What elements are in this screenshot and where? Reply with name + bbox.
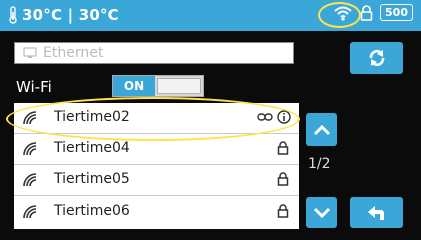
back-arrow-icon — [367, 205, 384, 220]
lock-icon — [277, 141, 289, 155]
refresh-button[interactable] — [350, 42, 403, 74]
refresh-icon — [369, 49, 384, 67]
scroll-up-button[interactable] — [306, 113, 337, 146]
page-indicator: 1/2 — [308, 156, 331, 172]
selected-network-highlight — [6, 97, 300, 141]
badge-500: 500 — [380, 4, 413, 21]
toggle-on-label: ON — [113, 76, 155, 96]
lock-icon — [277, 204, 289, 218]
wifi-signal-icon — [23, 142, 37, 156]
wifi-toggle[interactable]: ON — [112, 75, 204, 97]
lock-icon — [360, 4, 373, 21]
wifi-signal-icon — [23, 173, 37, 187]
ethernet-field[interactable]: Ethernet — [14, 42, 294, 64]
wifi-highlight-ring — [318, 2, 361, 28]
toggle-knob[interactable] — [157, 78, 201, 94]
scroll-down-button[interactable] — [306, 197, 337, 228]
back-button[interactable] — [350, 197, 403, 228]
temperature-text: 30°C | 30°C — [22, 6, 119, 24]
chevron-up-icon — [313, 124, 330, 135]
network-ssid: Tiertime05 — [54, 171, 130, 187]
list-item[interactable]: Tiertime06 — [14, 197, 299, 228]
temperature-readout: 30°C | 30°C — [8, 6, 119, 24]
chevron-down-icon — [313, 207, 330, 218]
wifi-signal-icon — [23, 205, 37, 219]
ethernet-label: Ethernet — [43, 45, 104, 61]
lock-icon — [277, 172, 289, 186]
thermometer-icon — [9, 6, 17, 24]
network-ssid: Tiertime06 — [54, 203, 130, 219]
wifi-label: Wi-Fi — [16, 78, 52, 96]
status-bar: 30°C | 30°C 500 — [0, 0, 421, 31]
list-item[interactable]: Tiertime05 — [14, 165, 299, 196]
network-ssid: Tiertime04 — [54, 140, 130, 156]
monitor-icon — [23, 47, 37, 58]
